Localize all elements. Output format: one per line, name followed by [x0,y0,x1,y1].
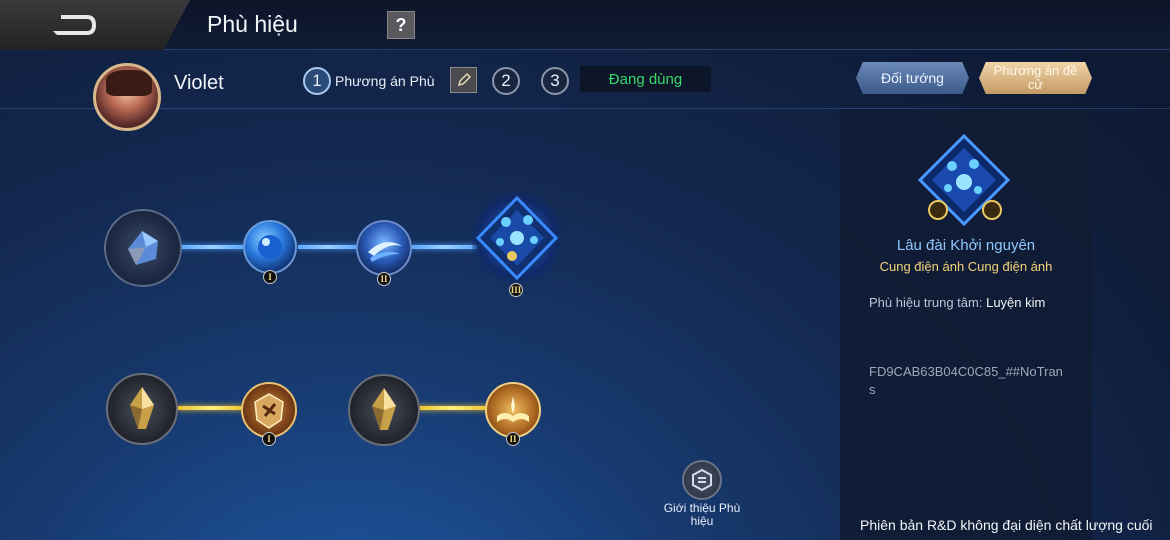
plan-tab-1[interactable]: 1 [303,67,331,95]
hero-name: Violet [174,72,224,94]
gold-crystal-icon [130,387,154,429]
top-tier-2-badge: II [377,272,391,286]
blue-orb-icon [258,235,282,259]
core-label: Phù hiệu trung tâm: [869,295,983,310]
bottom-a-tier-1-node[interactable] [241,382,297,438]
hexagon-book-icon [692,468,712,492]
top-tier-3-node[interactable] [472,192,562,284]
gold-crystal-icon [372,388,396,430]
emblem-intro-button[interactable]: Giới thiệu Phù hiệu [660,460,744,528]
bottom-a-tier-1-badge: I [262,432,276,446]
bottom-a-link [178,406,244,410]
detail-emblem [908,130,1020,230]
intro-label: Giới thiệu Phù hiệu [663,501,741,528]
top-tier-1-node[interactable] [243,220,297,274]
plan-tab-2[interactable]: 2 [492,67,520,95]
detail-code: FD9CAB63B04C0C85_##NoTrans [869,364,1063,397]
top-tier-3-badge: III [509,283,523,297]
hero-avatar[interactable] [93,63,161,131]
blue-crystal-icon [128,231,158,265]
bottom-b-tier-2-node[interactable] [485,382,541,438]
bottom-b-root-node[interactable] [348,374,420,446]
top-root-node[interactable] [104,209,182,287]
detail-title: Lâu đài Khởi nguyên [896,237,1036,254]
gold-shield-icon [254,393,284,429]
back-button[interactable] [0,0,190,50]
gold-book-icon [497,396,529,422]
help-button[interactable]: ? [387,11,415,39]
top-tier-2-node[interactable] [356,220,412,276]
edit-plan-button[interactable] [450,67,477,93]
suggested-plan-button[interactable]: Phương án đề cử [979,62,1092,94]
bottom-b-tier-2-badge: II [506,432,520,446]
back-arrow-icon [53,15,96,35]
bottom-b-link [418,406,488,410]
top-link-1 [180,245,244,249]
detail-core: Phù hiệu trung tâm: Luyện kim [869,294,1069,312]
intro-icon [682,460,722,500]
footer-note: Phiên bản R&D không đại diện chất lượng … [860,517,1153,533]
plan-status: Đang dùng [580,66,711,92]
blue-wave-icon [368,242,402,262]
top-link-2 [298,245,358,249]
core-value: Luyện kim [986,295,1046,310]
pencil-icon [457,72,471,87]
top-tier-1-badge: I [263,270,277,284]
castle-emblem-icon [475,195,559,281]
castle-emblem-icon [917,133,1011,227]
target-button[interactable]: Đối tướng [856,62,969,94]
page-title: Phù hiệu [207,11,298,37]
detail-subtitle: Cung điện ánh Cung điện ánh [879,259,1053,274]
bottom-a-root-node[interactable] [106,373,178,445]
plan-name: Phương án Phù [335,73,435,89]
plan-tab-3[interactable]: 3 [541,67,569,95]
top-link-3 [412,245,478,249]
